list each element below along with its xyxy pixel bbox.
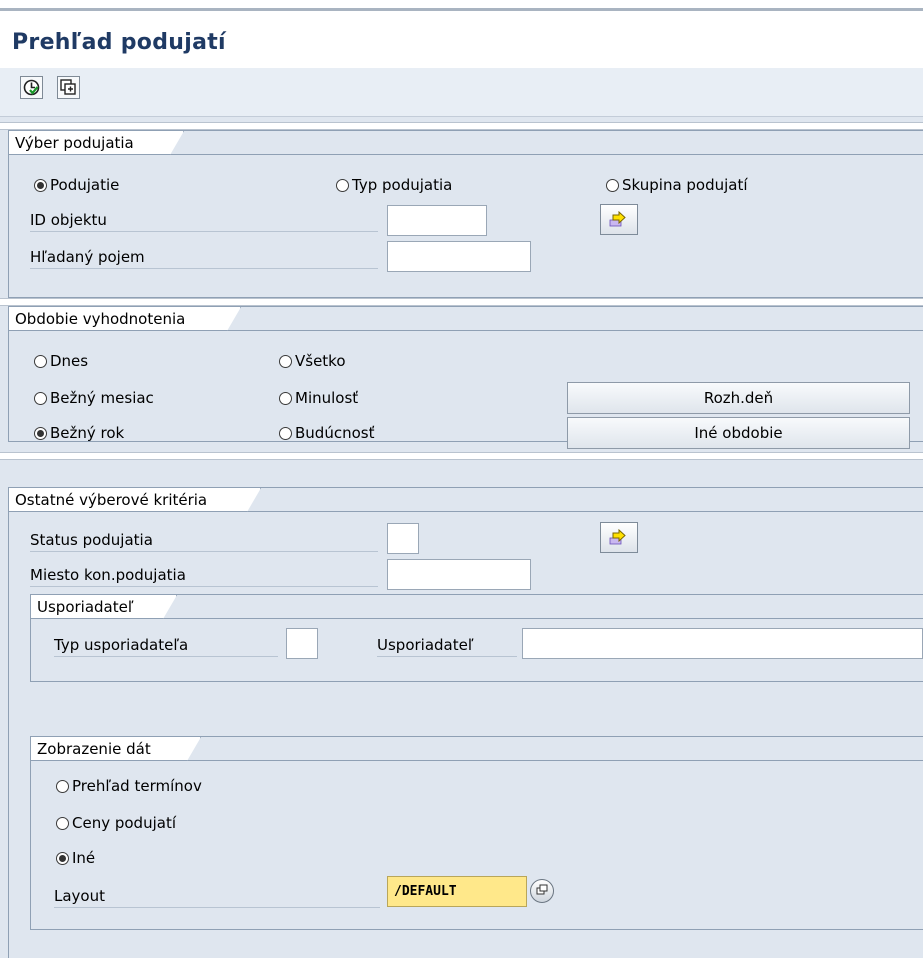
- execute-icon: [23, 79, 40, 96]
- section-title: Zobrazenie dát: [31, 737, 201, 761]
- object-id-input[interactable]: [387, 205, 487, 236]
- section-separator: [0, 122, 923, 130]
- radio-schedule-overview[interactable]: Prehľad termínov: [56, 777, 202, 795]
- multiple-selection-button[interactable]: [600, 522, 638, 553]
- other-period-button[interactable]: Iné obdobie: [567, 417, 910, 449]
- radio-label: Minulosť: [295, 389, 359, 407]
- radio-event[interactable]: Podujatie: [34, 176, 119, 194]
- radio-future[interactable]: Budúcnosť: [279, 424, 374, 442]
- execute-button[interactable]: [20, 76, 43, 99]
- radio-label: Prehľad termínov: [72, 777, 202, 795]
- radio-other[interactable]: Iné: [56, 849, 95, 867]
- radio-label: Budúcnosť: [295, 424, 375, 442]
- event-location-input[interactable]: [387, 559, 531, 590]
- radio-label: Dnes: [50, 352, 89, 370]
- copy-variant-button[interactable]: [57, 76, 80, 99]
- radio-today[interactable]: Dnes: [34, 352, 88, 370]
- organizer-label: Usporiadateľ: [377, 633, 517, 657]
- section-title: Usporiadateľ: [31, 595, 177, 619]
- radio-event-group[interactable]: Skupina podujatí: [606, 176, 748, 194]
- section-title: Výber podujatia: [9, 131, 184, 155]
- copy-variant-icon: [60, 79, 76, 95]
- application-toolbar: [0, 68, 923, 117]
- radio-selected-icon: [56, 851, 69, 865]
- radio-current-year[interactable]: Bežný rok: [34, 424, 124, 442]
- radio-label: Typ podujatia: [352, 176, 453, 194]
- radio-unselected-icon: [279, 354, 292, 368]
- window-top-bar: [0, 0, 923, 21]
- radio-unselected-icon: [56, 816, 69, 830]
- object-id-label: ID objektu: [30, 208, 378, 232]
- radio-label: Skupina podujatí: [622, 176, 748, 194]
- organizer-type-label: Typ usporiadateľa: [54, 633, 278, 657]
- organizer-type-input[interactable]: [286, 628, 318, 659]
- layout-label: Layout: [54, 884, 380, 908]
- radio-current-month[interactable]: Bežný mesiac: [34, 389, 154, 407]
- radio-all[interactable]: Všetko: [279, 352, 346, 370]
- section-header-line: [31, 618, 923, 619]
- value-help-button[interactable]: [530, 879, 554, 903]
- radio-unselected-icon: [279, 426, 292, 440]
- radio-label: Bežný mesiac: [50, 389, 154, 407]
- radio-label: Ceny podujatí: [72, 814, 176, 832]
- radio-unselected-icon: [34, 354, 47, 368]
- radio-label: Podujatie: [50, 176, 120, 194]
- organizer-input[interactable]: [522, 628, 923, 659]
- key-date-button[interactable]: Rozh.deň: [567, 382, 910, 414]
- arrow-right-icon: [609, 529, 626, 545]
- value-help-icon: [536, 884, 548, 895]
- page-title: Prehľad podujatí: [12, 30, 226, 55]
- arrow-right-icon: [609, 211, 626, 227]
- radio-label: Bežný rok: [50, 424, 125, 442]
- multiple-selection-button[interactable]: [600, 204, 638, 235]
- radio-unselected-icon: [336, 178, 349, 192]
- radio-label: Všetko: [295, 352, 346, 370]
- radio-event-type[interactable]: Typ podujatia: [336, 176, 452, 194]
- radio-selected-icon: [34, 178, 47, 192]
- event-status-input[interactable]: [387, 523, 419, 554]
- search-term-input[interactable]: [387, 241, 531, 272]
- event-location-label: Miesto kon.podujatia: [30, 563, 378, 587]
- event-status-label: Status podujatia: [30, 528, 378, 552]
- section-title: Obdobie vyhodnotenia: [9, 307, 241, 331]
- radio-unselected-icon: [56, 779, 69, 793]
- radio-selected-icon: [34, 426, 47, 440]
- section-separator: [0, 452, 923, 460]
- layout-input[interactable]: /DEFAULT: [387, 876, 527, 907]
- radio-past[interactable]: Minulosť: [279, 389, 358, 407]
- radio-label: Iné: [72, 849, 96, 867]
- section-separator: [0, 298, 923, 306]
- section-title: Ostatné výberové kritéria: [9, 488, 261, 512]
- radio-unselected-icon: [606, 178, 619, 192]
- radio-unselected-icon: [279, 391, 292, 405]
- radio-event-prices[interactable]: Ceny podujatí: [56, 814, 176, 832]
- search-term-label: Hľadaný pojem: [30, 245, 378, 269]
- radio-unselected-icon: [34, 391, 47, 405]
